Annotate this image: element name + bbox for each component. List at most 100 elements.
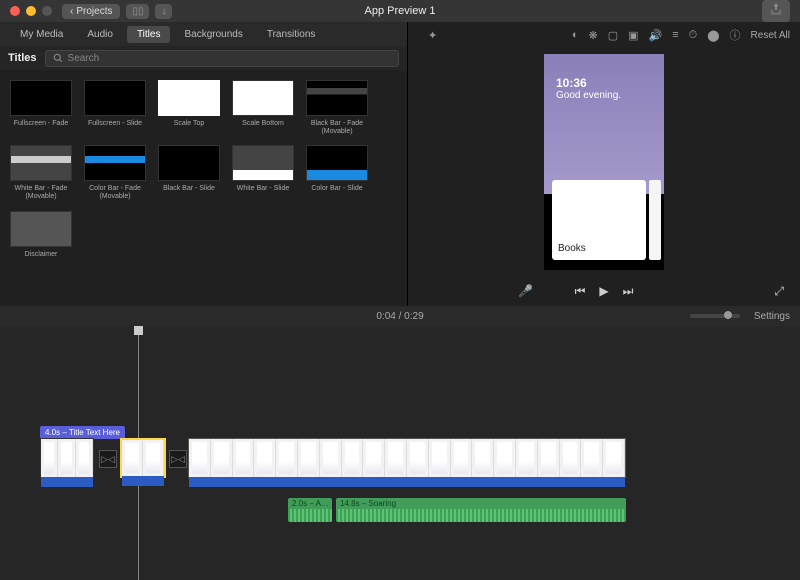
library-toggle[interactable]: ▯▯ bbox=[126, 4, 149, 19]
panel-title: Titles bbox=[8, 52, 37, 64]
audio-clip-2[interactable]: 14.8s – Soaring bbox=[336, 498, 626, 522]
title-label: Disclaimer bbox=[25, 251, 58, 259]
phone-mockup: 10:36 Good evening. Books bbox=[544, 54, 664, 270]
crop-icon[interactable]: ▢ bbox=[608, 29, 618, 42]
playback-controls: 🎤 ⏮ ▶ ⏭ ⤢ bbox=[408, 276, 800, 306]
volume-icon[interactable]: 🔊 bbox=[649, 29, 663, 42]
speed-icon[interactable]: ⏱ bbox=[689, 29, 698, 42]
fullscreen-window[interactable] bbox=[42, 6, 52, 16]
title-preset[interactable]: Fullscreen - Slide bbox=[84, 80, 146, 135]
transition-1[interactable]: ▷◁ bbox=[99, 450, 117, 468]
title-preset[interactable]: White Bar - Slide bbox=[232, 145, 294, 200]
title-preset[interactable]: Disclaimer bbox=[10, 211, 72, 259]
preview-greeting: Good evening. bbox=[556, 90, 652, 101]
timeline[interactable]: 4.0s – Title Text Here ▷◁ ▷◁ 2.0s – A… 1… bbox=[0, 326, 800, 580]
title-label: Fullscreen - Slide bbox=[88, 120, 142, 128]
tab-my-media[interactable]: My Media bbox=[10, 26, 73, 43]
filter-icon[interactable]: ⬤ bbox=[707, 29, 719, 42]
noise-icon[interactable]: ≡ bbox=[672, 29, 678, 41]
tab-titles[interactable]: Titles bbox=[127, 26, 171, 43]
fullscreen-icon[interactable]: ⤢ bbox=[774, 284, 784, 299]
waveform-2 bbox=[336, 509, 626, 522]
close-window[interactable] bbox=[10, 6, 20, 16]
audio-label-1: 2.0s – A… bbox=[288, 498, 332, 509]
share-button[interactable] bbox=[762, 0, 790, 22]
title-label: Scale Top bbox=[174, 120, 205, 128]
audio-clip-1[interactable]: 2.0s – A… bbox=[288, 498, 332, 522]
title-thumb bbox=[10, 145, 72, 181]
title-preset[interactable]: Color Bar - Slide bbox=[306, 145, 368, 200]
title-label: Fullscreen - Fade bbox=[14, 120, 68, 128]
clip-audio-2 bbox=[122, 476, 164, 486]
info-icon[interactable]: ⓘ bbox=[730, 27, 741, 43]
color-balance-icon[interactable]: ◐ bbox=[572, 29, 579, 41]
titlebar: ‹ Projects ▯▯ ↓ App Preview 1 bbox=[0, 0, 800, 22]
share-icon bbox=[770, 3, 782, 15]
video-clip-1[interactable] bbox=[40, 438, 94, 478]
chevron-left-icon: ‹ bbox=[70, 6, 73, 17]
color-correction-icon[interactable]: ❋ bbox=[588, 29, 597, 42]
title-preset[interactable]: White Bar - Fade (Movable) bbox=[10, 145, 72, 200]
video-preview[interactable]: 10:36 Good evening. Books bbox=[408, 48, 800, 276]
title-thumb bbox=[232, 80, 294, 116]
tab-audio[interactable]: Audio bbox=[77, 26, 123, 43]
projects-label: Projects bbox=[76, 6, 112, 17]
settings-button[interactable]: Settings bbox=[754, 311, 790, 322]
current-time: 0:04 bbox=[376, 311, 395, 322]
enhance-icon[interactable]: ✦ bbox=[428, 29, 437, 42]
title-label: Black Bar - Slide bbox=[163, 185, 215, 193]
media-tabs: My Media Audio Titles Backgrounds Transi… bbox=[0, 22, 407, 46]
mic-icon[interactable]: 🎤 bbox=[518, 284, 533, 298]
clip-audio-1 bbox=[41, 477, 93, 487]
browser-panel: My Media Audio Titles Backgrounds Transi… bbox=[0, 22, 408, 306]
video-clip-2[interactable] bbox=[120, 438, 166, 478]
tab-transitions[interactable]: Transitions bbox=[257, 26, 326, 43]
title-preset[interactable]: Black Bar - Fade (Movable) bbox=[306, 80, 368, 135]
transition-2[interactable]: ▷◁ bbox=[169, 450, 187, 468]
title-thumb bbox=[232, 145, 294, 181]
time-display-bar: 0:04 / 0:29 Settings bbox=[0, 306, 800, 326]
title-preset[interactable]: Scale Bottom bbox=[232, 80, 294, 135]
import-button[interactable]: ↓ bbox=[155, 4, 172, 19]
search-input[interactable]: Search bbox=[45, 50, 399, 67]
title-preset[interactable]: Black Bar - Slide bbox=[158, 145, 220, 200]
titles-grid: Fullscreen - Fade Fullscreen - Slide Scale… bbox=[0, 70, 407, 306]
title-label: Black Bar - Fade (Movable) bbox=[306, 120, 368, 135]
title-preset[interactable]: Color Bar - Fade (Movable) bbox=[84, 145, 146, 200]
tab-backgrounds[interactable]: Backgrounds bbox=[174, 26, 252, 43]
waveform-1 bbox=[288, 509, 332, 522]
zoom-slider[interactable] bbox=[690, 314, 740, 318]
title-label: Color Bar - Slide bbox=[311, 185, 362, 193]
preview-time: 10:36 bbox=[556, 76, 652, 90]
title-thumb bbox=[10, 211, 72, 247]
title-label: Scale Bottom bbox=[242, 120, 284, 128]
title-preset[interactable]: Fullscreen - Fade bbox=[10, 80, 72, 135]
title-label: Color Bar - Fade (Movable) bbox=[84, 185, 146, 200]
title-thumb bbox=[84, 80, 146, 116]
search-icon bbox=[52, 52, 64, 64]
title-thumb bbox=[158, 80, 220, 116]
preview-card: Books bbox=[552, 180, 646, 260]
video-clip-3[interactable] bbox=[188, 438, 626, 478]
projects-button[interactable]: ‹ Projects bbox=[62, 4, 120, 19]
play-button[interactable]: ▶ bbox=[599, 284, 608, 298]
audio-label-2: 14.8s – Soaring bbox=[336, 498, 626, 509]
prev-button[interactable]: ⏮ bbox=[575, 284, 586, 299]
clip-audio-3 bbox=[189, 477, 625, 487]
title-label: White Bar - Slide bbox=[237, 185, 290, 193]
reset-all-button[interactable]: Reset All bbox=[751, 30, 790, 41]
title-thumb bbox=[306, 145, 368, 181]
total-time: 0:29 bbox=[404, 311, 423, 322]
title-thumb bbox=[84, 145, 146, 181]
next-button[interactable]: ⏭ bbox=[623, 284, 634, 299]
preview-card-label: Books bbox=[558, 243, 640, 254]
title-thumb bbox=[158, 145, 220, 181]
title-preset[interactable]: Scale Top bbox=[158, 80, 220, 135]
preview-card-peek bbox=[649, 180, 661, 260]
stabilize-icon[interactable]: ▣ bbox=[628, 29, 638, 42]
search-placeholder: Search bbox=[68, 53, 100, 64]
viewer-panel: ✦ ◐ ❋ ▢ ▣ 🔊 ≡ ⏱ ⬤ ⓘ Reset All 10:36 Good… bbox=[408, 22, 800, 306]
minimize-window[interactable] bbox=[26, 6, 36, 16]
time-sep: / bbox=[396, 311, 404, 322]
title-thumb bbox=[306, 80, 368, 116]
